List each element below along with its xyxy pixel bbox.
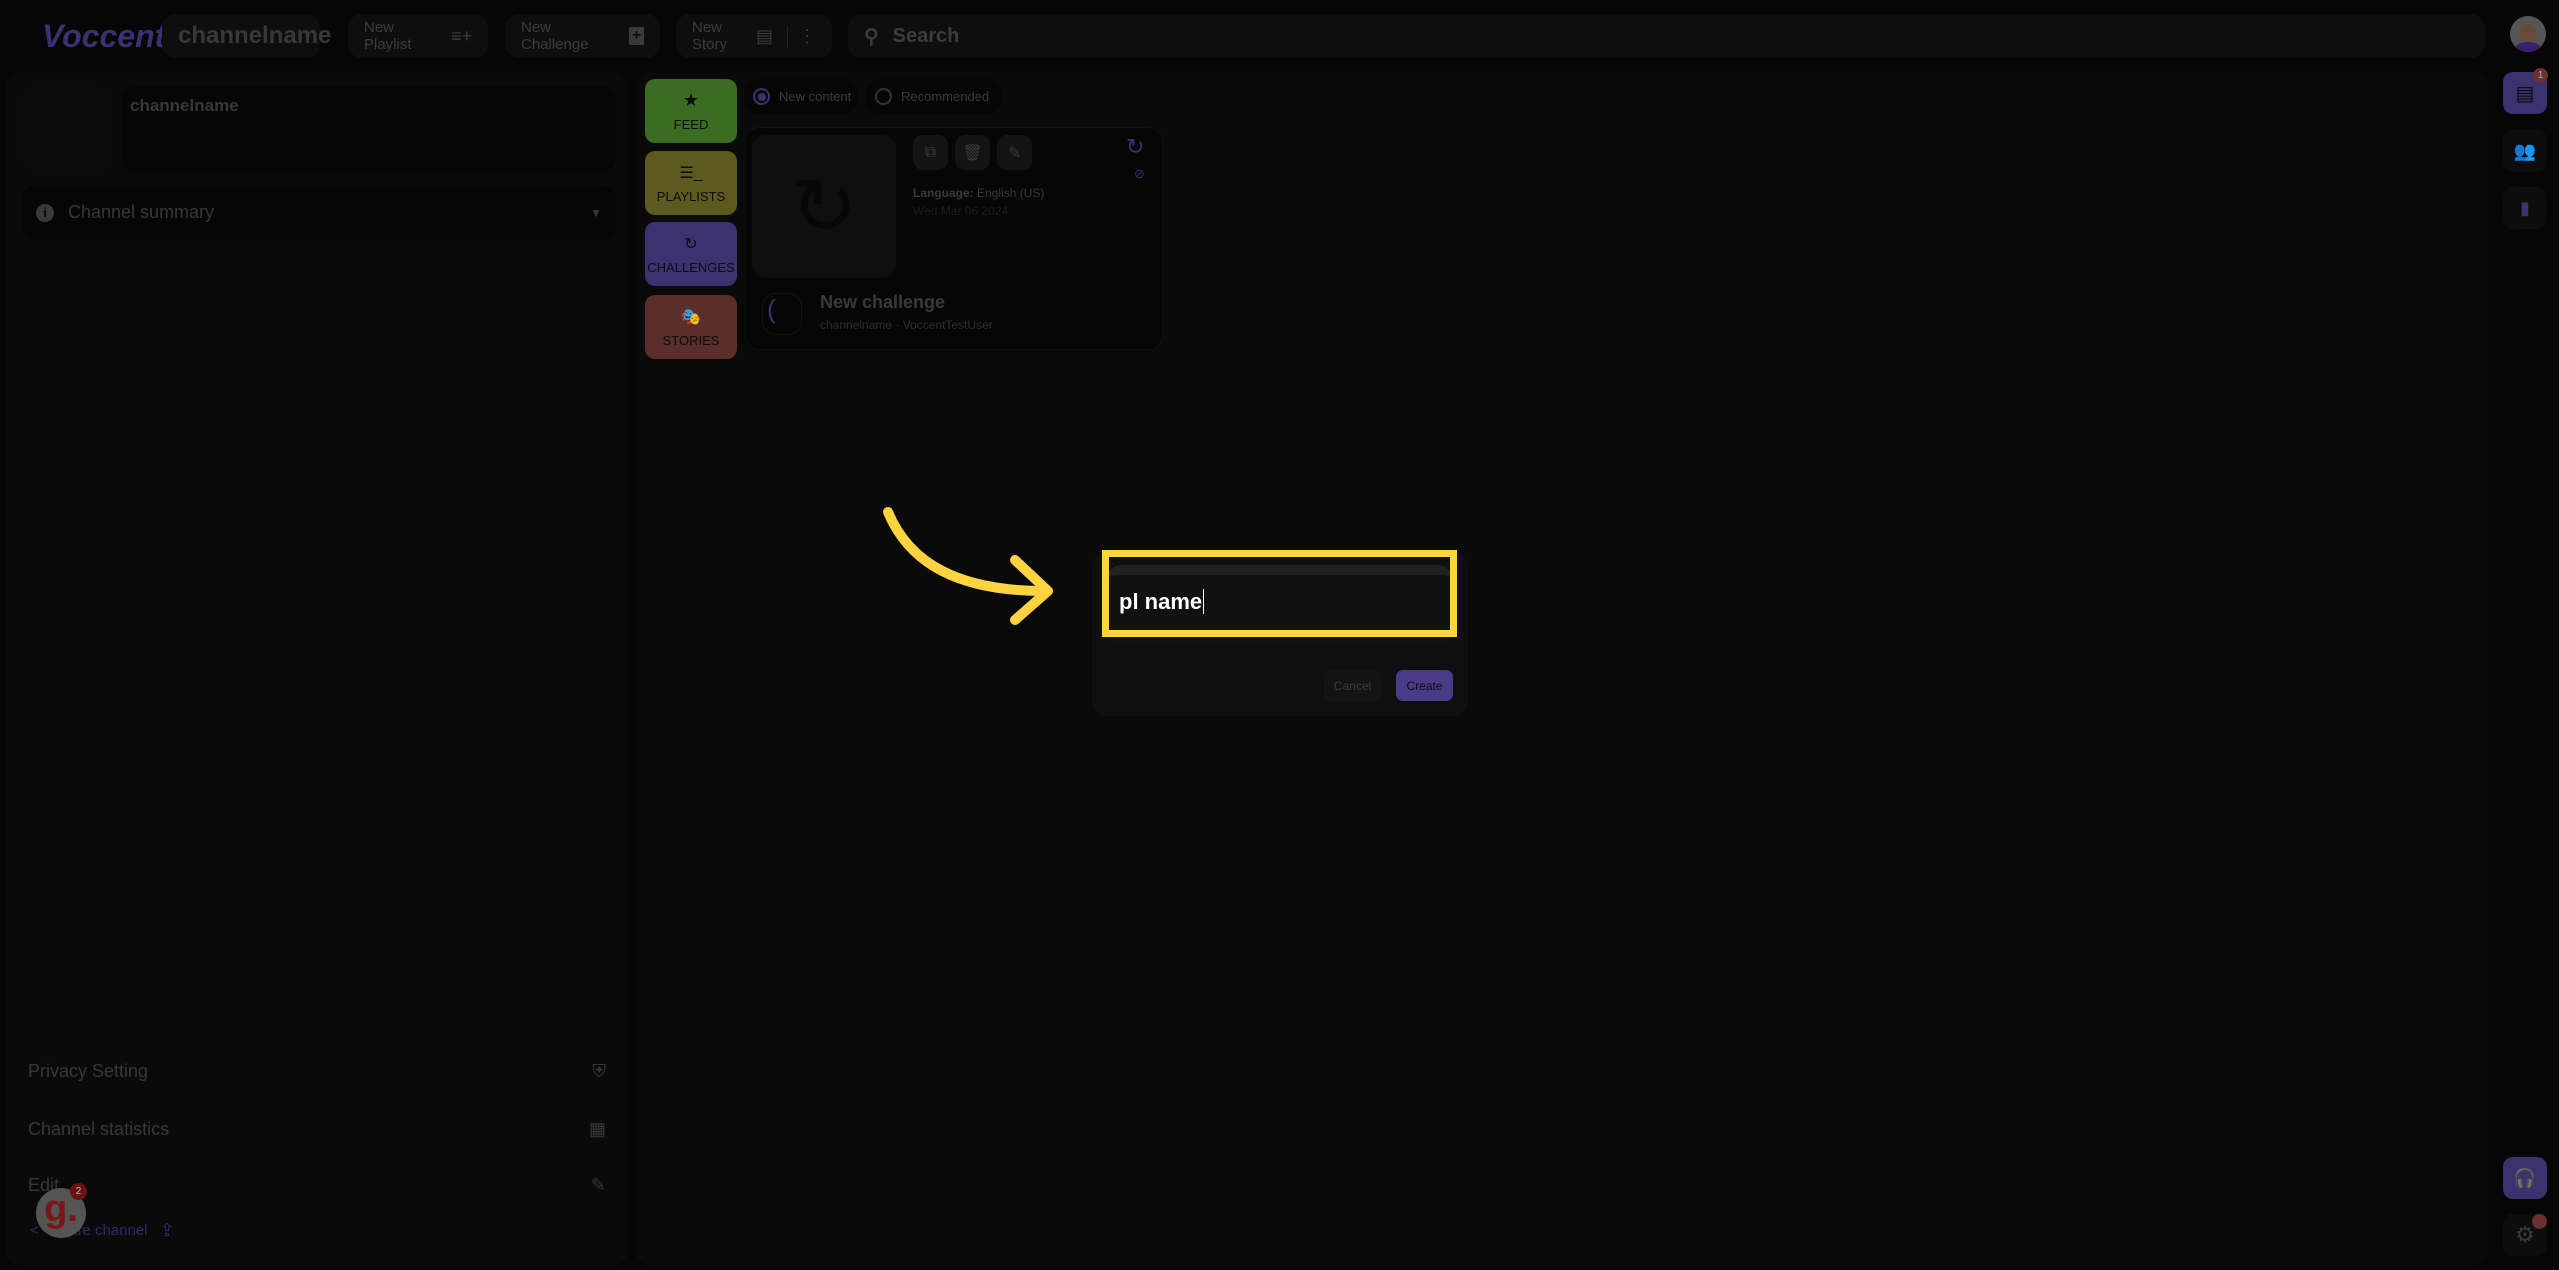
statistics-label: Channel statistics [28,1118,170,1139]
delete-button[interactable]: 🗑 [955,135,990,170]
sidebar-channel-name: channelname [130,96,239,115]
radio-unchecked-icon [875,88,892,105]
card-channel-icon: ( [762,293,802,335]
search-placeholder: Search [892,24,960,47]
new-story-button[interactable]: New Story ▤ ⋮ [676,14,832,58]
blender-button[interactable]: ▮ [2503,187,2547,229]
stories-label: STORIES [662,332,720,348]
shield-lock-icon: ⛨ [592,1060,607,1081]
pointer-arrow [883,507,1053,625]
info-icon: i [36,203,54,222]
new-challenge-button[interactable]: New Challenge + [505,14,660,58]
pencil-icon: ✎ [1007,144,1022,162]
card-date: Wed Mar 06 2024 [913,204,1009,218]
upload-icon: ⇪ [159,1220,175,1240]
people-icon: 👥 [2513,140,2537,161]
more-vert-icon[interactable]: ⋮ [787,25,816,47]
challenge-icon: ↻ [790,162,858,251]
share-icon: < [30,1222,39,1239]
support-button[interactable]: 🎧 [2503,1157,2547,1199]
edit-button[interactable]: ✎ [997,135,1032,170]
logo[interactable]: Voccent [42,18,165,55]
search-icon: ⚲ [864,25,879,48]
recommended-label: Recommended [901,89,990,104]
highlight-box [1102,550,1457,637]
add-box-icon: + [629,27,644,45]
user-avatar[interactable] [2510,16,2546,52]
channel-name-box: channelname [122,86,616,172]
chat-icon: ▤ [2515,82,2535,105]
settings-badge [2532,1214,2547,1229]
list-icon: ☰_ [679,164,703,182]
new-playlist-button[interactable]: New Playlist ≡+ [348,14,488,58]
new-story-label: New Story [692,19,728,53]
category-feed[interactable]: ★ FEED [645,79,737,143]
card-title[interactable]: New challenge [820,292,945,313]
create-button[interactable]: Create [1396,670,1453,701]
channel-summary-label: Channel summary [68,202,215,222]
card-subtitle: channelname · VoccentTestUser [820,318,993,332]
search-input[interactable]: ⚲ Search [848,14,2485,58]
story-add-icon: ▤ [755,25,773,46]
challenge-type-icon: ↻ [1126,134,1145,159]
caret-down-icon: ▼ [590,205,602,220]
theater-masks-icon: 🎭 [681,308,701,326]
filter-new-content[interactable]: New content [744,79,857,114]
gear-icon: ⚙ [2515,1222,2535,1247]
privacy-setting-row[interactable]: Privacy Setting ⛨ [14,1048,620,1094]
category-challenges[interactable]: ↻ CHALLENGES [645,222,737,286]
privacy-label: Privacy Setting [28,1060,149,1081]
headset-icon: 🎧 [2513,1167,2537,1188]
challenges-label: CHALLENGES [647,259,735,275]
guidde-badge: 2 [70,1183,87,1200]
pencil-icon: ✎ [590,1174,606,1195]
people-button[interactable]: 👥 [2503,130,2547,172]
channel-name-button[interactable]: channelname [162,14,331,58]
playlist-add-icon: ≡+ [450,25,472,46]
radio-checked-icon [753,88,770,105]
copy-icon: ⧉ [924,143,937,161]
category-playlists[interactable]: ☰_ PLAYLISTS [645,151,737,215]
edit-row[interactable]: Edit ✎ [14,1162,620,1208]
new-content-label: New content [779,89,852,104]
calculator-icon: ▦ [588,1118,606,1139]
new-challenge-label: New Challenge [521,19,589,53]
filter-recommended[interactable]: Recommended [866,79,1001,114]
cancel-button[interactable]: Cancel [1324,670,1381,701]
challenge-icon: ↻ [684,235,698,253]
channel-summary-toggle[interactable]: i Channel summary ▼ [22,185,616,240]
trash-icon: 🗑 [962,144,983,162]
copy-button[interactable]: ⧉ [913,135,948,170]
card-language: Language: English (US) [913,186,1045,200]
category-stories[interactable]: 🎭 STORIES [645,295,737,359]
blender-icon: ▮ [2520,197,2530,218]
card-thumbnail: ↻ [752,135,896,278]
new-playlist-label: New Playlist [364,19,412,53]
channel-thumbnail [22,86,110,172]
star-icon: ★ [682,90,700,110]
playlists-label: PLAYLISTS [656,188,726,204]
channel-statistics-row[interactable]: Channel statistics ▦ [14,1106,620,1152]
chat-badge: 1 [2533,68,2548,83]
channel-name: channelname [178,22,332,49]
feed-label: FEED [673,117,709,132]
visibility-off-icon: ⊘ [1134,166,1145,181]
